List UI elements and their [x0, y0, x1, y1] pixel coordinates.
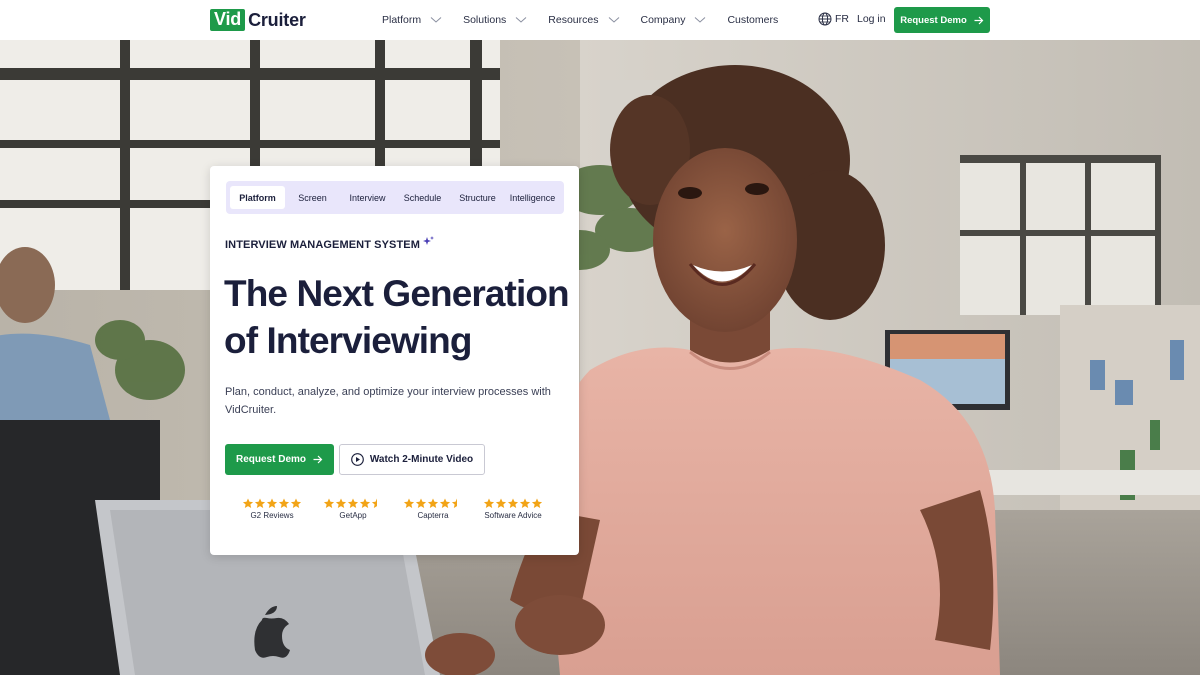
login-link[interactable]: Log in — [857, 13, 886, 25]
tab-intelligence[interactable]: Intelligence — [505, 186, 560, 209]
play-circle-icon — [350, 453, 364, 466]
arrow-right-icon — [974, 16, 984, 24]
watch-video-button[interactable]: Watch 2-Minute Video — [339, 444, 485, 475]
nav-label: Solutions — [463, 14, 507, 26]
chevron-down-icon — [515, 17, 527, 23]
star-icon — [359, 498, 371, 509]
hero-section — [0, 40, 1200, 675]
nav-label: Resources — [548, 14, 599, 26]
star-rating — [242, 498, 302, 509]
star-icon — [507, 498, 519, 509]
star-icon — [278, 498, 290, 509]
star-icon — [439, 498, 451, 509]
hero-photo — [0, 40, 1200, 675]
review-label: GetApp — [339, 511, 367, 520]
star-icon — [254, 498, 266, 509]
star-icon — [427, 498, 439, 509]
review-g2[interactable]: G2 Reviews — [242, 498, 302, 520]
headline-line-2: of Interviewing — [224, 320, 472, 361]
star-rating — [403, 498, 463, 509]
review-software-advice[interactable]: Software Advice — [483, 498, 543, 520]
nav-solutions[interactable]: Solutions — [463, 14, 527, 26]
review-getapp[interactable]: GetApp — [323, 498, 383, 520]
page-title: The Next Generation of Interviewing — [224, 270, 574, 364]
star-icon — [519, 498, 531, 509]
globe-icon — [818, 12, 832, 26]
headline-line-1: The Next Generation — [224, 273, 570, 314]
review-ratings: G2 Reviews GetApp Capterra Software Advi… — [225, 498, 565, 528]
star-icon — [531, 498, 543, 509]
request-demo-button[interactable]: Request Demo — [225, 444, 334, 475]
star-icon — [403, 498, 415, 509]
star-icon — [290, 498, 302, 509]
hero-card: Platform Screen Interview Schedule Struc… — [210, 166, 579, 555]
nav-label: Platform — [382, 14, 422, 26]
language-switcher[interactable]: FR — [818, 12, 849, 26]
vidcruiter-logo[interactable]: Vid Cruiter — [210, 9, 306, 31]
star-rating — [483, 498, 543, 509]
eyebrow-label: INTERVIEW MANAGEMENT SYSTEM — [225, 239, 421, 251]
tab-platform[interactable]: Platform — [230, 186, 285, 209]
star-icon — [451, 498, 457, 509]
language-label: FR — [835, 13, 849, 25]
star-rating — [323, 498, 383, 509]
star-icon — [371, 498, 377, 509]
logo-wordmark: Cruiter — [248, 9, 306, 30]
button-label: Request Demo — [900, 14, 967, 26]
tab-screen[interactable]: Screen — [285, 186, 340, 209]
star-icon — [242, 498, 254, 509]
nav-label: Customers — [727, 14, 779, 26]
button-label: Watch 2-Minute Video — [369, 454, 474, 465]
nav-label: Company — [640, 14, 686, 26]
chevron-down-icon — [608, 17, 619, 23]
hero-description: Plan, conduct, analyze, and optimize you… — [225, 386, 551, 416]
tab-structure[interactable]: Structure — [450, 186, 505, 209]
chevron-down-icon — [430, 17, 442, 23]
star-icon — [415, 498, 427, 509]
logo-mark: Vid — [210, 9, 246, 31]
nav-customers[interactable]: Customers — [727, 14, 778, 26]
button-label: Request Demo — [235, 454, 306, 465]
nav-company[interactable]: Company — [641, 14, 707, 26]
star-icon — [335, 498, 347, 509]
star-icon — [266, 498, 278, 509]
tab-schedule[interactable]: Schedule — [395, 186, 450, 209]
sparkle-icon — [423, 235, 435, 245]
header-request-demo-button[interactable]: Request Demo — [894, 7, 990, 33]
star-icon — [495, 498, 507, 509]
review-label: G2 Reviews — [250, 511, 294, 520]
site-header: Vid Cruiter Platform Solutions Resources… — [0, 0, 1200, 40]
nav-resources[interactable]: Resources — [548, 14, 619, 26]
product-tabs: Platform Screen Interview Schedule Struc… — [226, 181, 564, 214]
arrow-right-icon — [313, 455, 323, 464]
main-nav: Platform Solutions Resources Company Cus… — [382, 0, 799, 40]
tab-interview[interactable]: Interview — [340, 186, 395, 209]
review-capterra[interactable]: Capterra — [403, 498, 463, 520]
star-icon — [323, 498, 335, 509]
review-label: Capterra — [417, 511, 449, 520]
star-icon — [347, 498, 359, 509]
chevron-down-icon — [695, 17, 706, 23]
review-label: Software Advice — [484, 511, 542, 520]
nav-platform[interactable]: Platform — [382, 14, 442, 26]
eyebrow-label-wrap: INTERVIEW MANAGEMENT SYSTEM — [225, 235, 435, 251]
star-icon — [483, 498, 495, 509]
